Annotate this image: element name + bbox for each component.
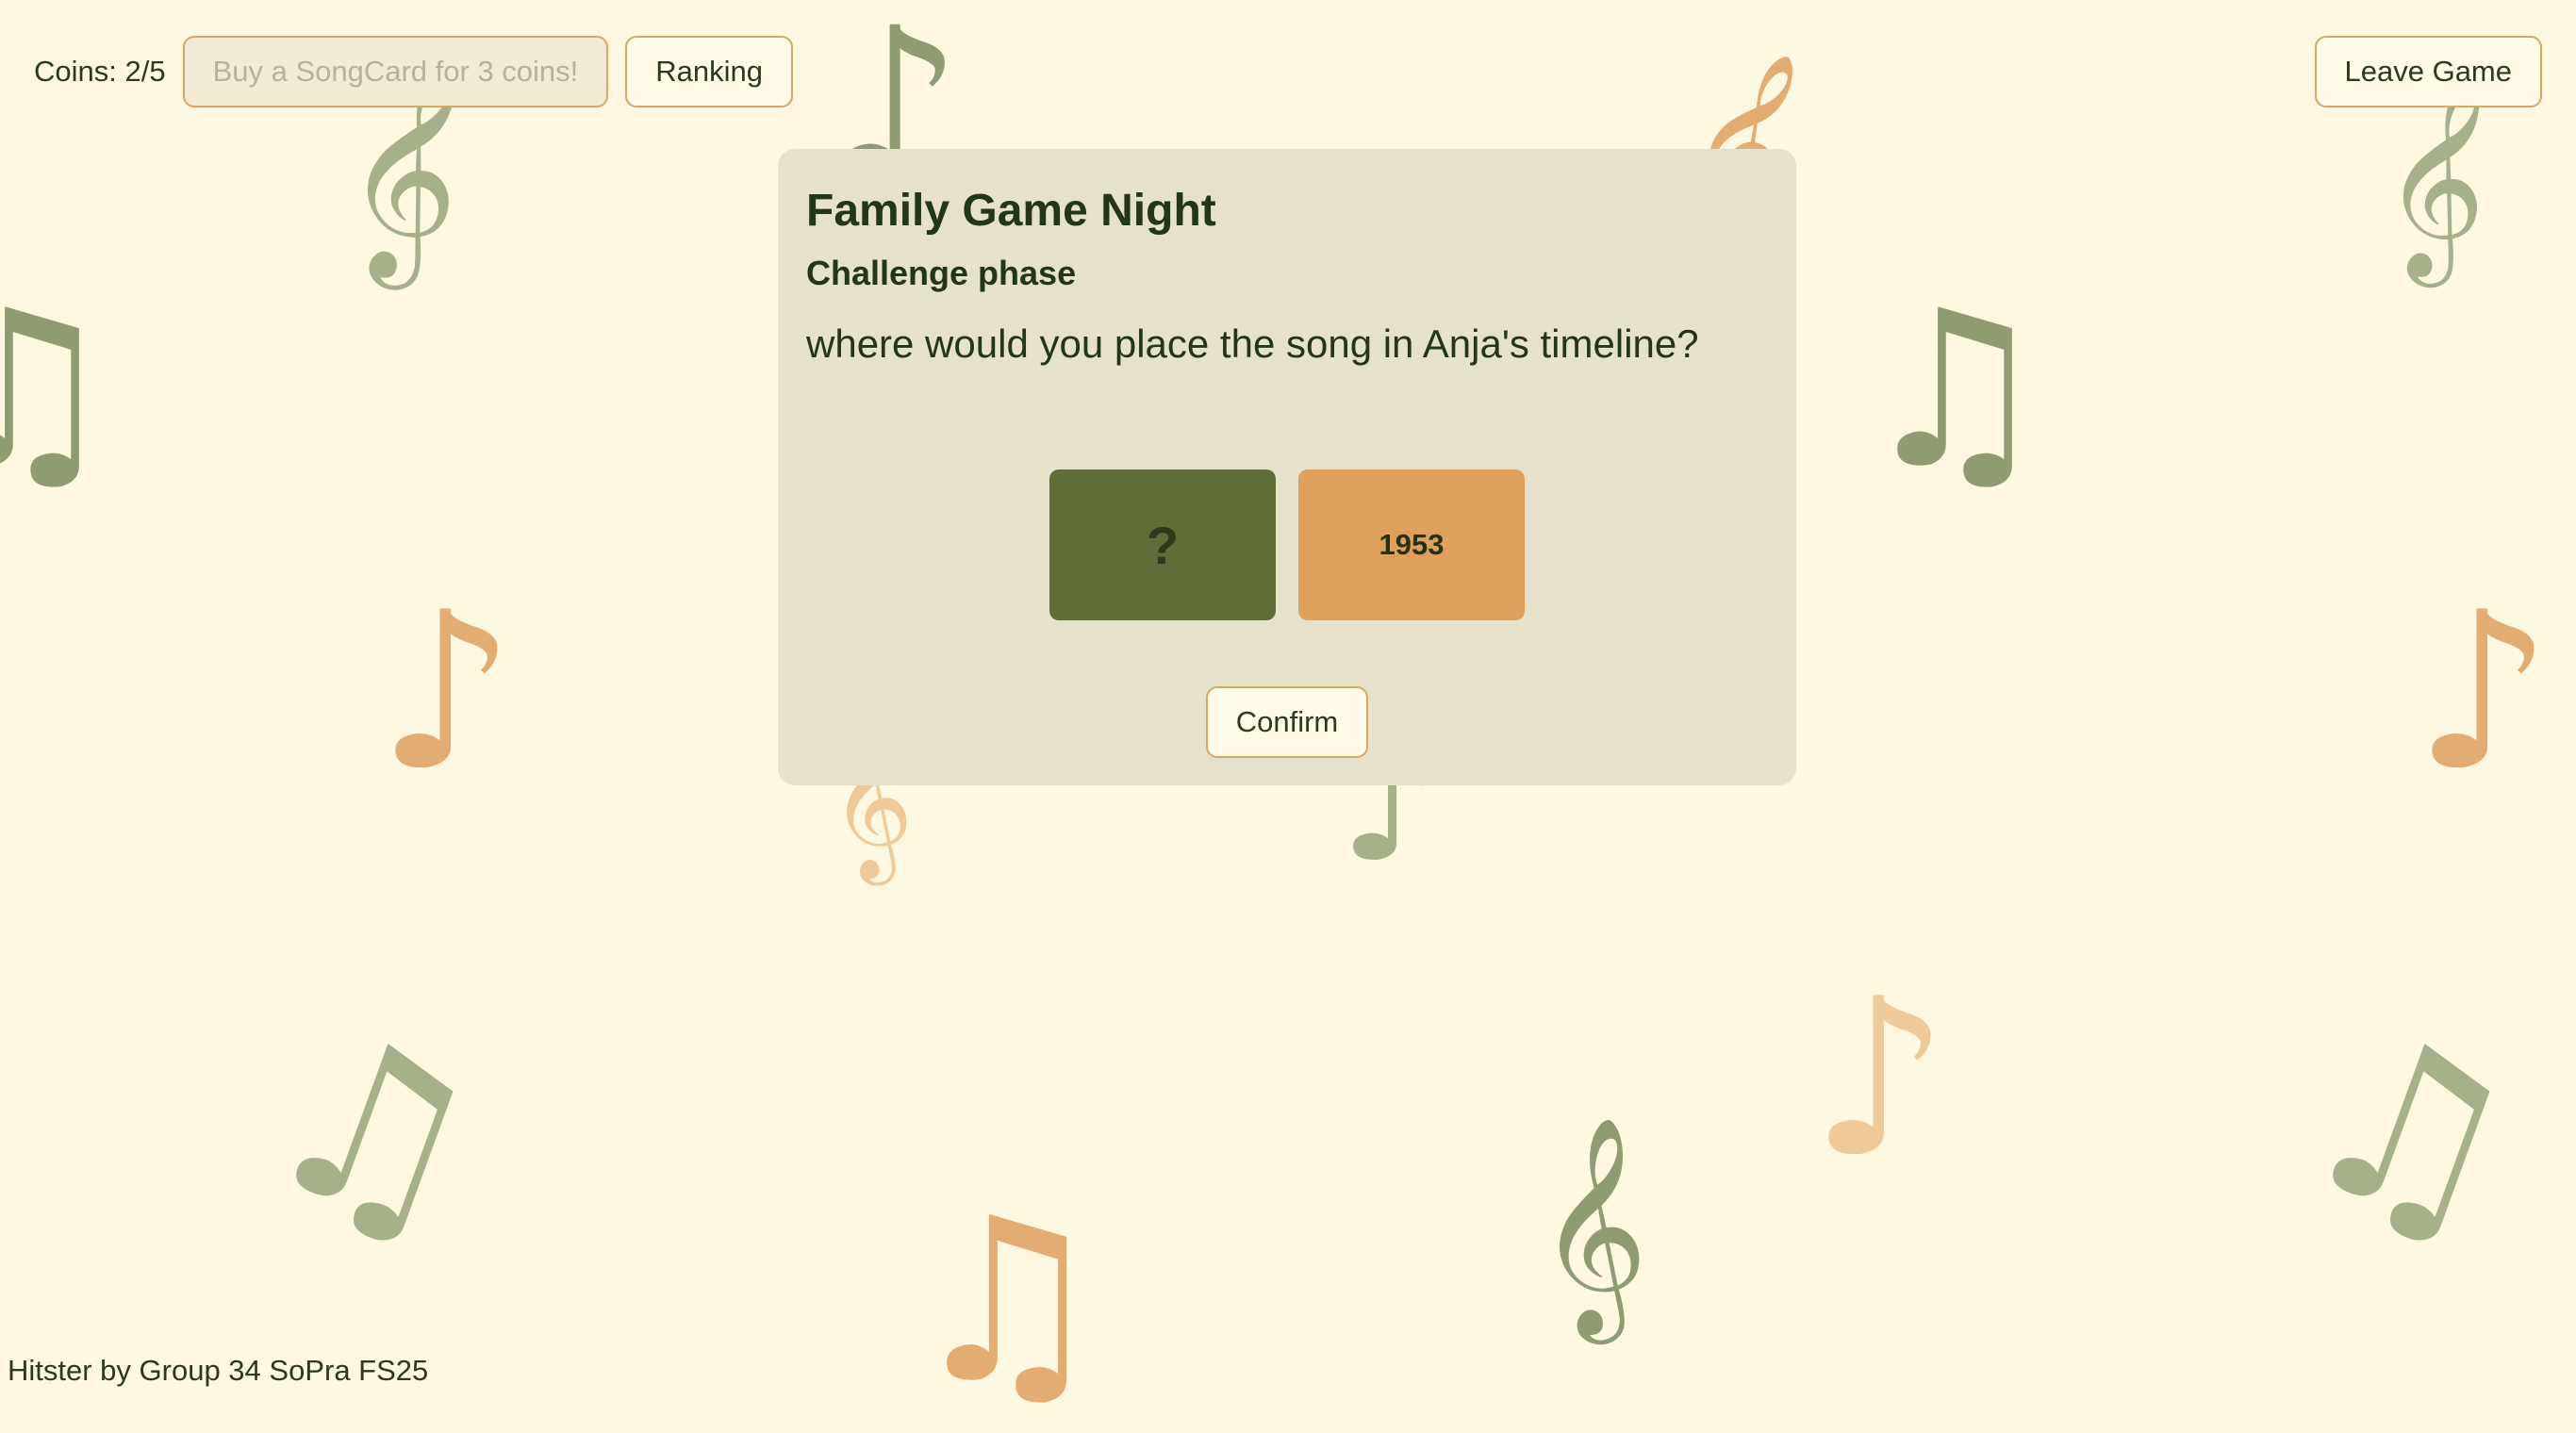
timeline-slot-label: ? [1146, 515, 1180, 575]
confirm-button[interactable]: Confirm [1205, 686, 1369, 758]
challenge-question: where would you place the song in Anja's… [806, 321, 1699, 366]
beamed-notes-icon: ♫ [905, 1169, 1109, 1433]
buy-songcard-button[interactable]: Buy a SongCard for 3 coins! [182, 36, 609, 107]
beamed-notes-icon: ♫ [1858, 265, 2053, 517]
game-title: Family Game Night [806, 186, 1216, 236]
coins-counter: Coins: 2/5 [34, 55, 166, 88]
phase-label: Challenge phase [806, 254, 1077, 292]
treble-clef-icon: 𝄞 [1537, 1115, 1649, 1335]
challenge-panel: Family Game Night Challenge phase where … [778, 149, 1796, 785]
top-bar-left: Coins: 2/5 Buy a SongCard for 3 coins! R… [34, 36, 794, 107]
beamed-notes-icon: ♫ [0, 265, 120, 517]
top-bar: Coins: 2/5 Buy a SongCard for 3 coins! R… [34, 36, 2542, 107]
eighth-note-icon: ♪ [377, 567, 516, 818]
beamed-notes-icon: ♫ [2271, 972, 2552, 1291]
timeline-card-label: 1953 [1379, 528, 1445, 561]
leave-game-button[interactable]: Leave Game [2314, 36, 2542, 107]
eighth-note-icon: ♪ [2414, 567, 2552, 818]
confirm-wrap: Confirm [778, 686, 1796, 758]
beamed-notes-icon: ♫ [234, 972, 516, 1291]
timeline-card-year[interactable]: 1953 [1298, 469, 1525, 620]
footer-credit: Hitster by Group 34 SoPra FS25 [8, 1354, 429, 1387]
timeline-slot-unknown[interactable]: ? [1049, 469, 1276, 620]
ranking-button[interactable]: Ranking [625, 36, 794, 107]
timeline: ? 1953 [778, 469, 1796, 620]
eighth-note-icon: ♪ [1810, 953, 1949, 1205]
